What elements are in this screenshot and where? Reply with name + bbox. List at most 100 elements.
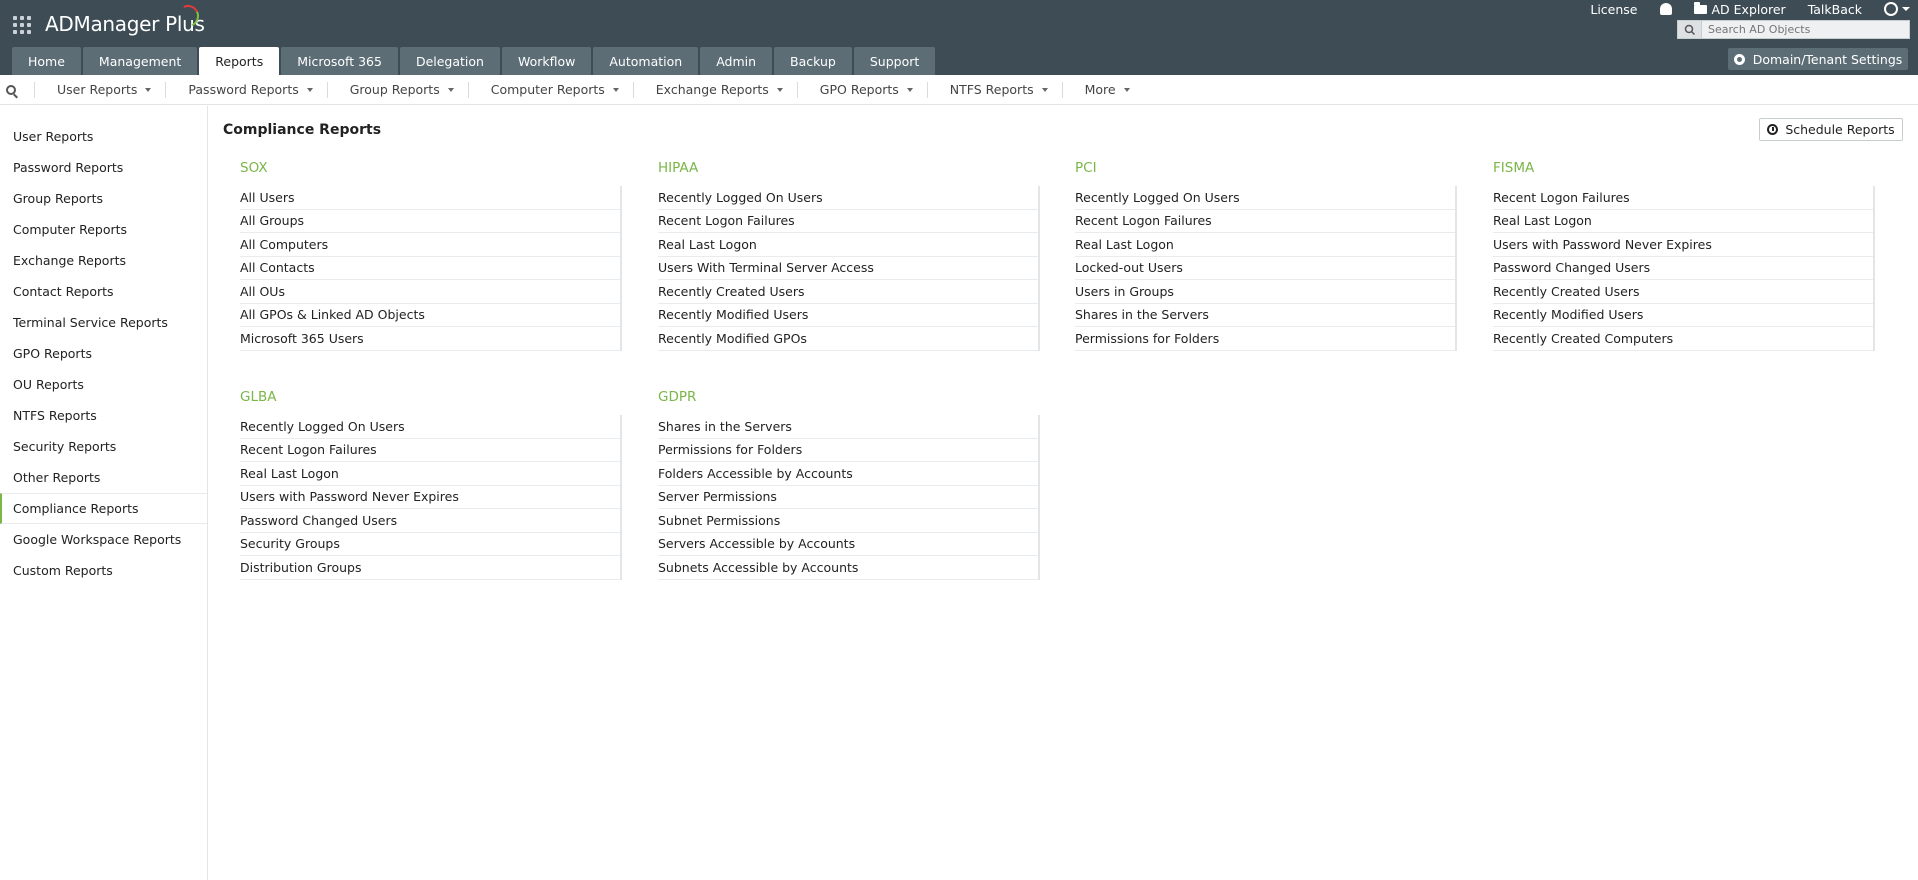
report-link[interactable]: Password Changed Users (1493, 257, 1873, 280)
report-link[interactable]: Real Last Logon (1493, 210, 1873, 233)
search-input[interactable] (1702, 23, 1902, 36)
sidebar-item-google-workspace-reports[interactable]: Google Workspace Reports (0, 524, 207, 555)
main-tabs: Home Management Reports Microsoft 365 De… (12, 47, 937, 75)
report-link[interactable]: Real Last Logon (1075, 233, 1455, 257)
report-link[interactable]: Shares in the Servers (658, 415, 1038, 439)
report-link[interactable]: All Groups (240, 210, 620, 233)
domain-tenant-settings-button[interactable]: Domain/Tenant Settings (1728, 48, 1908, 70)
sidebar-item-terminal-service-reports[interactable]: Terminal Service Reports (0, 307, 207, 338)
sidebar-item-security-reports[interactable]: Security Reports (0, 431, 207, 462)
subnav-ntfs-reports[interactable]: NTFS Reports (926, 81, 1062, 98)
top-links: License AD Explorer TalkBack (1590, 0, 1918, 18)
report-link[interactable]: Recently Logged On Users (240, 415, 620, 439)
notification-link[interactable] (1659, 3, 1672, 15)
report-link[interactable]: Permissions for Folders (658, 439, 1038, 462)
report-link[interactable]: All Computers (240, 233, 620, 257)
report-link[interactable]: Users in Groups (1075, 280, 1455, 304)
report-link[interactable]: Recent Logon Failures (658, 210, 1038, 233)
sidebar-item-group-reports[interactable]: Group Reports (0, 183, 207, 214)
report-link[interactable]: Recently Modified Users (658, 304, 1038, 327)
sidebar-item-compliance-reports[interactable]: Compliance Reports (0, 493, 207, 524)
search-icon[interactable] (1678, 21, 1702, 38)
report-link[interactable]: Recently Created Users (1493, 280, 1873, 304)
sidebar-item-password-reports[interactable]: Password Reports (0, 152, 207, 183)
report-link[interactable]: Subnets Accessible by Accounts (658, 556, 1038, 580)
tab-delegation[interactable]: Delegation (399, 47, 500, 75)
app-grid-icon[interactable] (13, 16, 31, 34)
sidebar-item-contact-reports[interactable]: Contact Reports (0, 276, 207, 307)
license-link[interactable]: License (1590, 2, 1637, 17)
report-link[interactable]: Recently Logged On Users (658, 186, 1038, 210)
talkback-link[interactable]: TalkBack (1808, 2, 1862, 17)
sidebar-item-ou-reports[interactable]: OU Reports (0, 369, 207, 400)
section-hipaa: HIPAA Recently Logged On Users Recent Lo… (658, 150, 1040, 351)
tab-microsoft-365[interactable]: Microsoft 365 (281, 47, 398, 75)
section-title-gdpr: GDPR (658, 389, 697, 405)
tab-admin[interactable]: Admin (700, 47, 773, 75)
report-link[interactable]: Password Changed Users (240, 509, 620, 533)
tab-home[interactable]: Home (12, 47, 81, 75)
tab-support[interactable]: Support (853, 47, 936, 75)
report-link[interactable]: Real Last Logon (658, 233, 1038, 257)
report-link[interactable]: Shares in the Servers (1075, 304, 1455, 327)
tab-reports[interactable]: Reports (199, 47, 280, 75)
subnav-search-icon[interactable] (6, 84, 16, 95)
subnav-user-reports[interactable]: User Reports (34, 81, 165, 98)
report-link[interactable]: Real Last Logon (240, 462, 620, 486)
report-link[interactable]: Recent Logon Failures (240, 439, 620, 462)
subnav-label: Computer Reports (490, 82, 605, 97)
report-link[interactable]: Recently Created Users (658, 280, 1038, 304)
section-title-pci: PCI (1075, 160, 1097, 176)
chevron-down-icon (1123, 87, 1130, 92)
sidebar-item-exchange-reports[interactable]: Exchange Reports (0, 245, 207, 276)
report-link[interactable]: Recently Modified Users (1493, 304, 1873, 327)
report-link[interactable]: Locked-out Users (1075, 257, 1455, 280)
sidebar-item-ntfs-reports[interactable]: NTFS Reports (0, 400, 207, 431)
report-link[interactable]: Users with Password Never Expires (1493, 233, 1873, 257)
subnav-gpo-reports[interactable]: GPO Reports (796, 81, 927, 98)
report-link[interactable]: Folders Accessible by Accounts (658, 462, 1038, 486)
domain-settings-label: Domain/Tenant Settings (1752, 51, 1903, 67)
subnav-group-reports[interactable]: Group Reports (326, 81, 468, 98)
report-link[interactable]: All GPOs & Linked AD Objects (240, 304, 620, 327)
tab-management[interactable]: Management (82, 47, 198, 75)
section-fisma: FISMA Recent Logon Failures Real Last Lo… (1493, 150, 1875, 351)
schedule-reports-button[interactable]: Schedule Reports (1759, 118, 1903, 141)
report-link[interactable]: Server Permissions (658, 486, 1038, 509)
section-pci: PCI Recently Logged On Users Recent Logo… (1075, 150, 1457, 351)
ad-explorer-link[interactable]: AD Explorer (1693, 1, 1786, 17)
report-link[interactable]: Recent Logon Failures (1075, 210, 1455, 233)
subnav-more[interactable]: More (1061, 81, 1144, 98)
report-link[interactable]: Recently Modified GPOs (658, 327, 1038, 351)
subnav-password-reports[interactable]: Password Reports (165, 81, 326, 98)
sidebar-item-user-reports[interactable]: User Reports (0, 121, 207, 152)
tab-backup[interactable]: Backup (774, 47, 852, 75)
sidebar-item-other-reports[interactable]: Other Reports (0, 462, 207, 493)
report-link[interactable]: Security Groups (240, 533, 620, 556)
sidebar-item-computer-reports[interactable]: Computer Reports (0, 214, 207, 245)
tab-workflow[interactable]: Workflow (501, 47, 592, 75)
report-link[interactable]: Users with Password Never Expires (240, 486, 620, 509)
subnav-label: GPO Reports (819, 82, 899, 97)
report-link[interactable]: All Contacts (240, 257, 620, 280)
report-link[interactable]: Recently Logged On Users (1075, 186, 1455, 210)
report-link[interactable]: Recent Logon Failures (1493, 186, 1873, 210)
report-link[interactable]: Subnet Permissions (658, 509, 1038, 533)
tab-automation[interactable]: Automation (593, 47, 699, 75)
report-link[interactable]: Recently Created Computers (1493, 327, 1873, 351)
sidebar-item-gpo-reports[interactable]: GPO Reports (0, 338, 207, 369)
report-link[interactable]: Users With Terminal Server Access (658, 257, 1038, 280)
report-link[interactable]: Microsoft 365 Users (240, 327, 620, 351)
chevron-down-icon (145, 87, 152, 92)
chevron-down-icon (306, 87, 313, 92)
subnav-exchange-reports[interactable]: Exchange Reports (632, 81, 797, 98)
subnav-computer-reports[interactable]: Computer Reports (467, 81, 633, 98)
report-link[interactable]: All Users (240, 186, 620, 210)
report-link[interactable]: Servers Accessible by Accounts (658, 533, 1038, 556)
user-menu[interactable] (1884, 2, 1910, 16)
chevron-down-icon (1041, 87, 1048, 92)
report-link[interactable]: Permissions for Folders (1075, 327, 1455, 351)
report-link[interactable]: All OUs (240, 280, 620, 304)
sidebar-item-custom-reports[interactable]: Custom Reports (0, 555, 207, 586)
report-link[interactable]: Distribution Groups (240, 556, 620, 580)
